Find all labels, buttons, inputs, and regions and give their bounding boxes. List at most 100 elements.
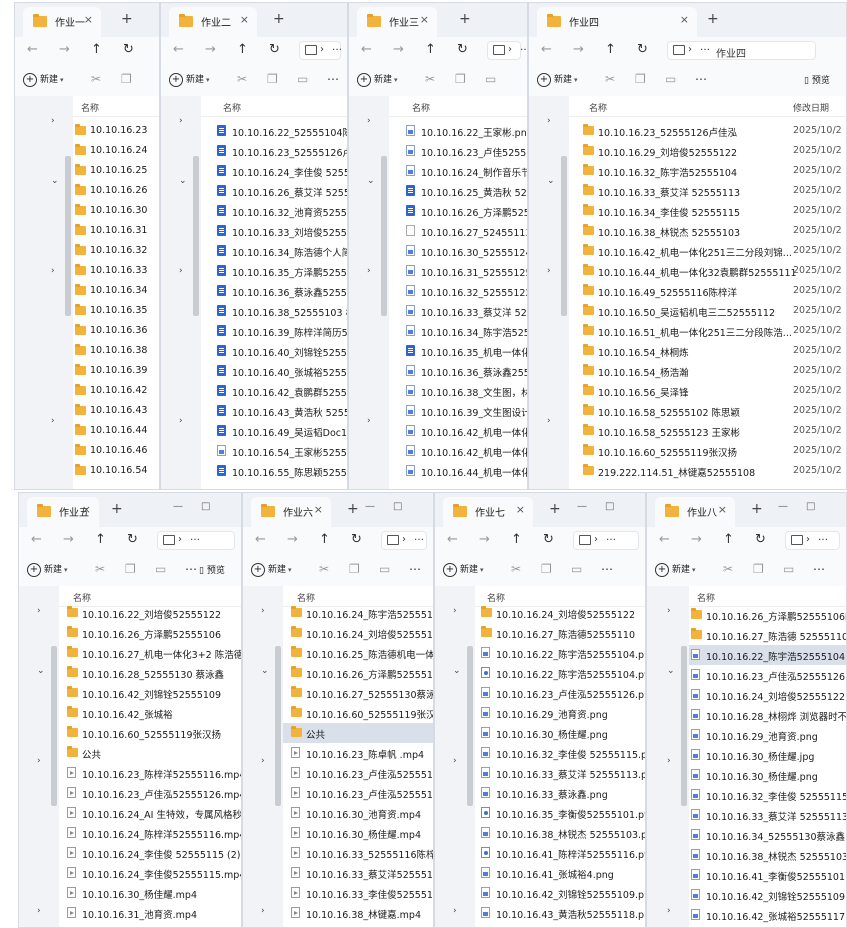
new-button[interactable]: + 新建 ▾ — [357, 72, 398, 87]
name-column-header[interactable]: 名称 — [412, 101, 430, 114]
list-item[interactable]: 10.10.16.38_林锐杰 52555103.png — [689, 845, 846, 865]
list-item[interactable]: 10.10.16.38 — [73, 341, 159, 361]
more-options-icon[interactable]: ⋯ — [185, 562, 197, 576]
paste-icon[interactable]: ▭ — [665, 72, 676, 86]
cut-icon[interactable]: ✂ — [237, 72, 247, 86]
list-item[interactable]: 10.10.16.44 — [73, 421, 159, 441]
list-item[interactable]: 10.10.16.36_蔡泳鑫525551 — [201, 281, 347, 301]
list-item[interactable]: 10.10.16.25_黄浩秋 5255 — [389, 181, 527, 201]
close-tab-icon[interactable]: × — [240, 13, 249, 26]
list-item[interactable]: 10.10.16.33_蔡艾洋52555113.mp — [283, 863, 433, 883]
list-item[interactable]: 10.10.16.24_制作音乐节海 — [389, 161, 527, 181]
list-item[interactable]: 10.10.16.32 — [73, 241, 159, 261]
list-item[interactable]: 10.10.16.56_吴泽锋 2025/10/2 — [569, 381, 846, 401]
list-item[interactable]: 10.10.16.27_52455113 关 — [389, 221, 527, 241]
forward-icon[interactable]: → — [393, 42, 404, 57]
up-icon[interactable]: ↑ — [723, 532, 734, 547]
list-item[interactable]: 10.10.16.38_文生图，林锐 — [389, 381, 527, 401]
list-item[interactable]: 10.10.16.22_陈宇浩52555104.png — [475, 643, 645, 663]
list-item[interactable]: 10.10.16.29_池育资.png — [475, 703, 645, 723]
expand-chevron-icon[interactable]: › — [667, 756, 671, 766]
list-item[interactable]: 10.10.16.60_52555119张汉扬 — [59, 723, 241, 743]
sidebar-scrollbar[interactable] — [681, 646, 687, 806]
expand-chevron-icon[interactable]: › — [367, 416, 371, 426]
list-item[interactable]: 10.10.16.29_刘培俊52555122 2025/10/2 — [569, 141, 846, 161]
list-item[interactable]: 10.10.16.33_蔡艾洋 52555113.png — [475, 763, 645, 783]
more-icon[interactable]: … — [190, 532, 200, 543]
list-item[interactable]: 10.10.16.54_杨浩瀚 2025/10/2 — [569, 361, 846, 381]
forward-icon[interactable]: → — [63, 532, 74, 547]
minimize-icon[interactable]: — — [365, 501, 375, 512]
list-item[interactable]: 10.10.16.42_机电一体化三 — [389, 421, 527, 441]
list-item[interactable]: 10.10.16.30_杨佳耀.png — [689, 765, 846, 785]
forward-icon[interactable]: → — [479, 532, 490, 547]
expand-chevron-icon[interactable]: ⌄ — [367, 176, 375, 186]
sidebar-scrollbar[interactable] — [561, 156, 567, 316]
close-tab-icon[interactable]: × — [718, 503, 727, 516]
new-button[interactable]: + 新建 ▾ — [169, 72, 210, 87]
expand-chevron-icon[interactable]: › — [51, 116, 55, 126]
new-tab-icon[interactable]: + — [121, 11, 133, 27]
cut-icon[interactable]: ✂ — [425, 72, 435, 86]
list-item[interactable]: 10.10.16.38_林键嘉.mp4 — [283, 903, 433, 923]
list-item[interactable]: 10.10.16.30_杨佳耀.jpg — [689, 745, 846, 765]
paste-icon[interactable]: ▭ — [155, 562, 166, 576]
list-item[interactable]: 10.10.16.31 — [73, 221, 159, 241]
list-item[interactable]: 10.10.16.27_陈浩德 52555110 — [689, 625, 846, 645]
up-icon[interactable]: ↑ — [95, 532, 106, 547]
list-item[interactable]: 10.10.16.42_袁鹏群525551 — [201, 381, 347, 401]
list-item[interactable]: 10.10.16.43_黄浩秋 525551 — [201, 401, 347, 421]
list-item[interactable]: 10.10.16.39 — [73, 361, 159, 381]
sidebar-scrollbar[interactable] — [381, 156, 387, 316]
list-item[interactable]: 10.10.16.26_方泽鹏52555 — [389, 201, 527, 221]
list-item[interactable]: 10.10.16.51_机电一体化251三二分段陈浩... 2025/10/2 — [569, 321, 846, 341]
list-item[interactable]: 10.10.16.22_刘培俊52555122 — [59, 603, 241, 623]
list-item[interactable]: 10.10.16.44_机电一体化三 — [389, 461, 527, 481]
sidebar-scrollbar[interactable] — [193, 156, 199, 316]
list-item[interactable]: 10.10.16.29_池育资.png — [689, 725, 846, 745]
back-icon[interactable]: ← — [31, 532, 42, 547]
maximize-icon[interactable]: □ — [201, 501, 210, 512]
list-item[interactable]: 10.10.16.33_蔡艾洋 52555113.png — [689, 805, 846, 825]
list-item[interactable]: 10.10.16.22_陈宇浩52555104.py — [475, 663, 645, 683]
expand-chevron-icon[interactable]: › — [261, 606, 265, 616]
more-options-icon[interactable]: ⋯ — [409, 562, 421, 576]
address-bar[interactable]: ›… — [573, 531, 639, 550]
expand-chevron-icon[interactable]: › — [547, 416, 551, 426]
back-icon[interactable]: ← — [447, 532, 458, 547]
refresh-icon[interactable]: ↻ — [127, 532, 138, 547]
list-item[interactable]: 公共 — [283, 723, 433, 743]
more-options-icon[interactable]: ⋯ — [695, 72, 707, 86]
address-bar[interactable]: ›… — [487, 41, 527, 60]
paste-icon[interactable]: ▭ — [571, 562, 582, 576]
cut-icon[interactable]: ✂ — [723, 562, 733, 576]
paste-icon[interactable]: ▭ — [297, 72, 308, 86]
list-item[interactable]: 10.10.16.28_52555130 蔡泳鑫 — [59, 663, 241, 683]
list-item[interactable]: 10.10.16.24 — [73, 141, 159, 161]
sidebar-scrollbar[interactable] — [275, 646, 281, 806]
list-item[interactable]: 10.10.16.23 — [73, 121, 159, 141]
tab[interactable]: 作业五 × — [27, 497, 99, 527]
list-item[interactable]: 10.10.16.27_机电一体化3+2 陈浩德52555 — [59, 643, 241, 663]
list-item[interactable]: 10.10.16.22_陈宇浩52555104.png — [689, 645, 846, 665]
list-item[interactable]: 10.10.16.44_袁鹏群52555111png.png — [475, 923, 645, 927]
more-icon[interactable]: … — [606, 532, 616, 543]
copy-icon[interactable]: ❐ — [125, 562, 136, 576]
list-item[interactable]: 10.10.16.49_52555116陈梓洋 2025/10/2 — [569, 281, 846, 301]
list-item[interactable]: 10.10.16.24_陈宇浩52555104 — [283, 603, 433, 623]
paste-icon[interactable]: ▭ — [379, 562, 390, 576]
expand-chevron-icon[interactable]: › — [667, 606, 671, 616]
address-bar[interactable]: › … 作业四 — [667, 41, 816, 60]
refresh-icon[interactable]: ↻ — [755, 532, 766, 547]
close-tab-icon[interactable]: × — [680, 13, 689, 26]
list-item[interactable]: 10.10.16.33_蔡艾洋 52555113 2025/10/2 — [569, 181, 846, 201]
new-tab-icon[interactable]: + — [347, 501, 359, 517]
list-item[interactable]: 10.10.16.30_池育资.mp4 — [283, 803, 433, 823]
back-icon[interactable]: ← — [361, 42, 372, 57]
list-item[interactable]: 10.10.16.35_李衡俊52555101.py — [475, 803, 645, 823]
tab[interactable]: 作业七 × — [443, 497, 533, 527]
tab[interactable]: 作业一 × — [23, 7, 101, 37]
list-item[interactable]: 10.10.16.35_方泽鹏525551 — [201, 261, 347, 281]
cut-icon[interactable]: ✂ — [319, 562, 329, 576]
back-icon[interactable]: ← — [27, 42, 38, 57]
